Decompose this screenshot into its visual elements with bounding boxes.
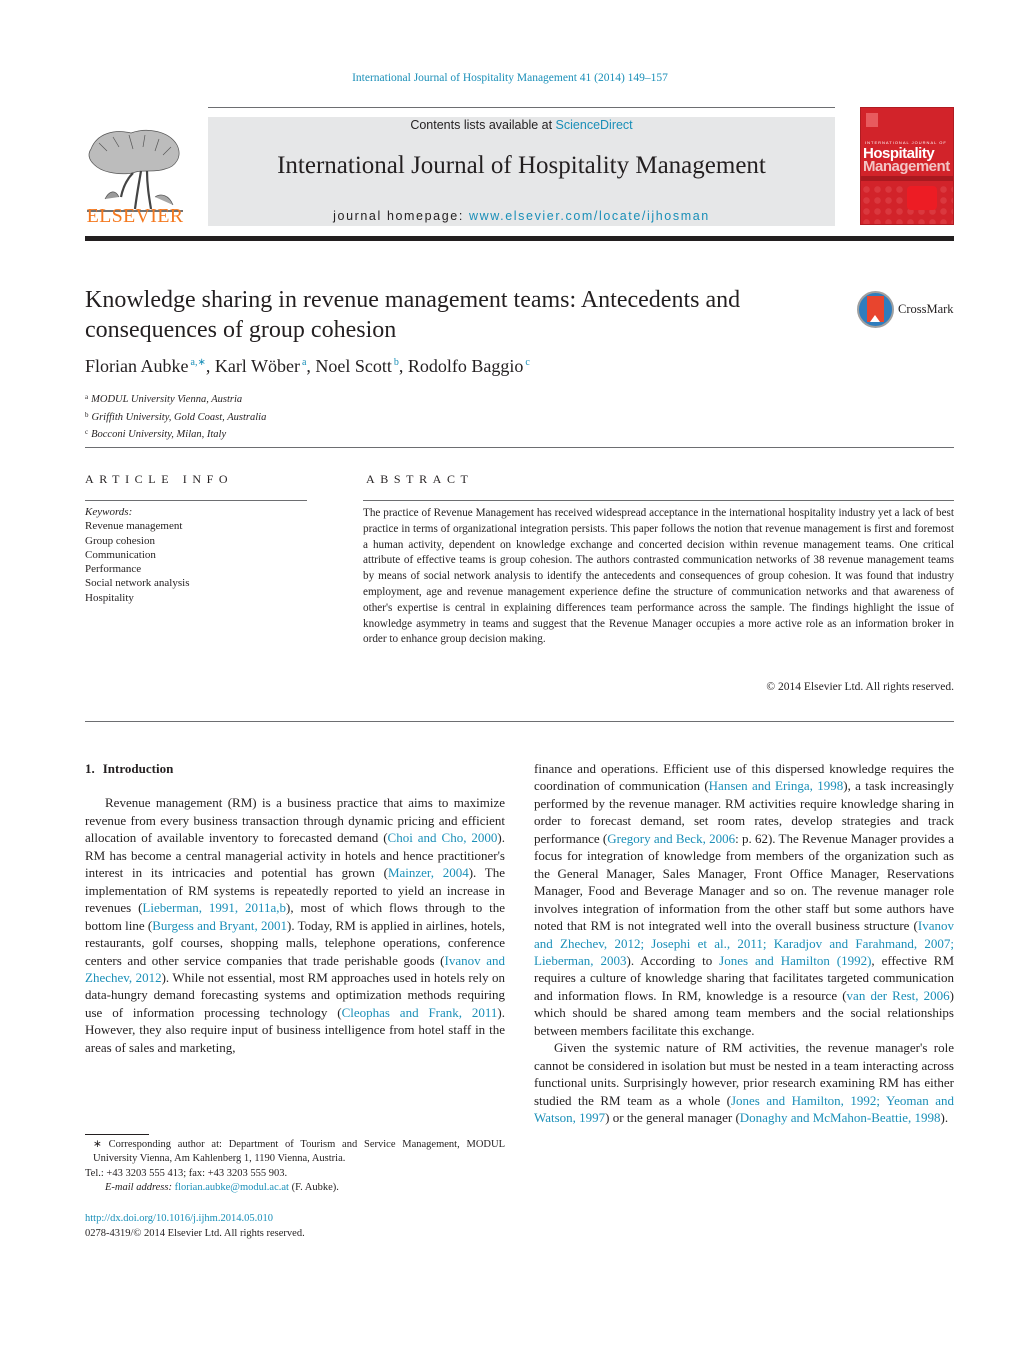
affiliation-list: a MODUL University Vienna, Austria b Griff… [85,390,266,443]
keyword-item: Revenue management [85,520,183,533]
citation-link[interactable]: Hansen and Eringa, 1998 [709,778,844,793]
journal-homepage-link[interactable]: www.elsevier.com/locate/ijhosman [469,209,710,223]
author-name: Rodolfo Baggio [407,356,524,376]
keywords-label: Keywords: [85,506,133,518]
abstract-copyright: © 2014 Elsevier Ltd. All rights reserved… [766,681,954,693]
citation-link[interactable]: Cleophas and Frank, 2011 [342,1005,498,1020]
author-name: Karl Wöber [214,356,300,376]
keyword-item: Group cohesion [85,534,155,547]
author-affiliation-link[interactable]: a,∗ [191,357,206,368]
author-affiliation-link[interactable]: c [525,357,529,368]
author-name: Noel Scott [315,356,392,376]
sciencedirect-link[interactable]: ScienceDirect [556,118,633,132]
journal-citation-link[interactable]: International Journal of Hospitality Man… [0,72,1020,84]
keyword-item: Social network analysis [85,577,190,590]
keyword-item: Communication [85,548,156,561]
contents-prefix: Contents lists available at [410,118,556,132]
affiliation-item: b Griffith University, Gold Coast, Austra… [85,410,267,423]
contents-line: Contents lists available at ScienceDirec… [208,117,835,132]
body-paragraph: finance and operations. Efficient use of… [534,761,955,1038]
elsevier-wordmark: ELSEVIER [86,205,184,227]
email-line: E-mail address: florian.aubke@modul.ac.a… [85,1181,505,1195]
article-title: Knowledge sharing in revenue management … [85,287,741,343]
citation-link[interactable]: Choi and Cho, 2000 [388,830,498,845]
citation-link[interactable]: Burgess and Bryant, 2001 [152,918,287,933]
title-block-rule [85,447,954,448]
citation-link[interactable]: Donaghy and McMahon-Beattie, 1998 [740,1110,941,1125]
journal-homepage-line: journal homepage: www.elsevier.com/locat… [208,209,835,223]
abstract-rule [363,500,954,501]
author-list: Florian Aubke a,∗, Karl Wöber a, Noel Scot… [85,356,530,377]
section-title: Introduction [102,761,174,776]
body-column-right: finance and operations. Efficient use of… [534,760,954,1127]
abstract-bottom-rule [85,721,954,722]
affiliation-item: a MODUL University Vienna, Austria [85,393,243,405]
author-email-link[interactable]: florian.aubke@modul.ac.at [175,1182,289,1193]
citation-link[interactable]: Gregory and Beck, 2006 [607,831,735,846]
corresponding-author-note: ∗ Corresponding author at: Department of… [93,1139,505,1165]
cover-band [861,176,953,181]
keywords-list: Keywords: Revenue management Group cohes… [85,505,189,605]
cover-title-line-2: Management [863,158,950,175]
keyword-item: Performance [85,563,142,576]
email-label: E-mail address: [105,1182,172,1194]
homepage-prefix: journal homepage: [333,209,469,223]
email-suffix: (F. Aubke). [288,1182,339,1194]
abstract-text: The practice of Revenue Management has r… [363,507,954,646]
doi-block: http://dx.doi.org/10.1016/j.ijhm.2014.05… [85,1211,305,1241]
citation-link[interactable]: van der Rest, 2006 [847,988,950,1003]
citation-link[interactable]: Lieberman, 1991, 2011a,b [142,900,286,915]
author-separator: , [398,356,408,376]
cover-puzzle-piece-icon [907,186,937,210]
citation-link[interactable]: Jones and Hamilton (1992) [719,953,871,968]
doi-link[interactable]: http://dx.doi.org/10.1016/j.ijhm.2014.05… [85,1213,273,1224]
journal-title: International Journal of Hospitality Man… [277,152,766,179]
phone-fax-line: Tel.: +43 3203 555 413; fax: +43 3203 55… [85,1167,288,1179]
keyword-item: Hospitality [85,591,134,604]
article-info-heading: ARTICLE INFO [85,472,234,486]
author-name: Florian Aubke [85,356,189,376]
crossmark-button[interactable]: CrossMark [857,291,957,331]
body-paragraph: Given the systemic nature of RM activiti… [534,1040,954,1126]
citation-link[interactable]: Ivanov and Zhechev, 2012 [85,953,505,985]
footnotes: ∗ Corresponding author at: Department of… [85,1138,505,1196]
body-column-left: 1. Introduction Revenue management (RM) i… [85,760,505,1056]
article-info-rule [85,500,307,501]
issn-copyright-line: 0278-4319/© 2014 Elsevier Ltd. All right… [85,1228,305,1239]
journal-cover-image: INTERNATIONAL JOURNAL OF Hospitality Man… [860,107,954,225]
header-top-rule [208,107,835,108]
author-separator: , [205,356,215,376]
section-number: 1. [85,761,95,776]
body-paragraph: Revenue management (RM) is a business pr… [85,795,506,1055]
affiliation-item: c Bocconi University, Milan, Italy [85,428,227,440]
footnote-rule [85,1134,149,1135]
abstract-heading: ABSTRACT [366,472,474,486]
header-thick-rule [85,236,954,241]
crossmark-label: CrossMark [898,302,954,316]
crossmark-notch [870,315,880,322]
section-heading: 1. Introduction [85,760,505,777]
cover-publisher-mark [866,113,878,127]
citation-link[interactable]: Mainzer, 2004 [388,865,469,880]
